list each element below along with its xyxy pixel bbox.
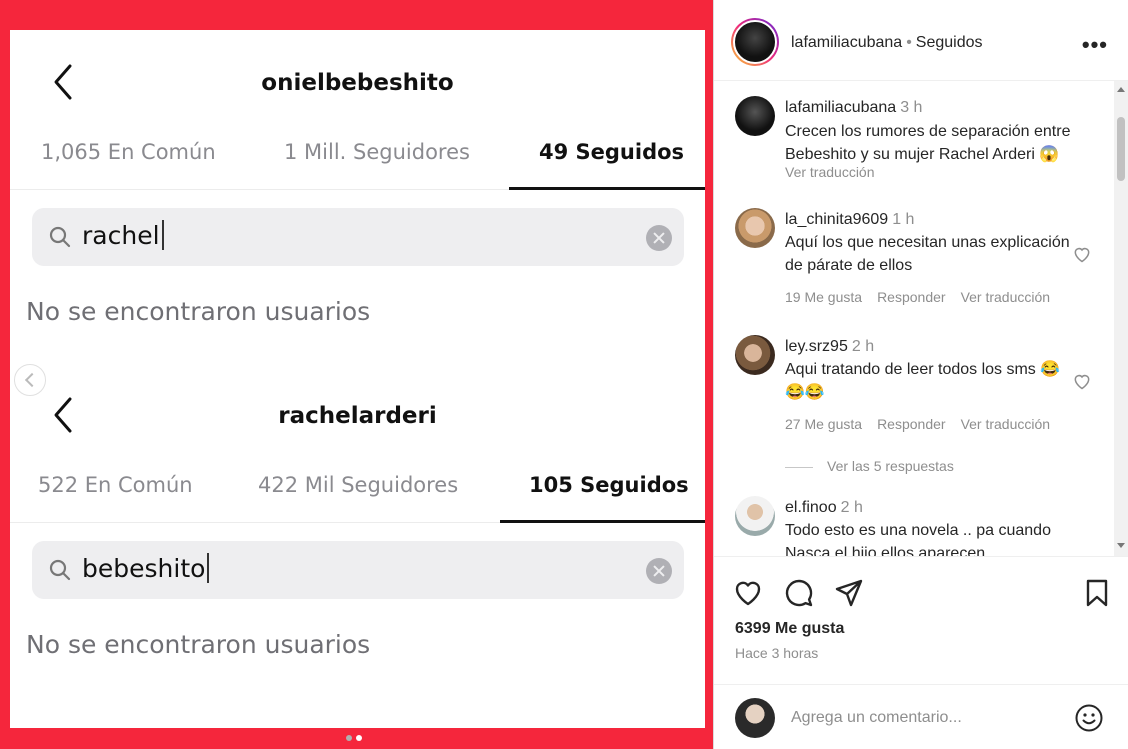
profile-username: onielbebeshito [261,70,454,96]
comment-time: 3 h [900,99,923,116]
comments-scrollbar[interactable] [1114,81,1128,556]
comment-username[interactable]: ley.srz95 [785,338,848,355]
follow-tabs: 1,065 En Común 1 Mill. Seguidores 49 Seg… [10,138,705,190]
comment-text: Crecen los rumores de separación entre B… [785,123,1071,163]
search-icon [49,226,71,248]
comment-time: 1 h [892,211,915,228]
comments-list: lafamiliacubana 3 h Crecen los rumores de… [714,81,1128,556]
like-comment-heart-icon[interactable] [1072,244,1092,264]
active-tab-indicator [509,187,705,190]
tab-seguidos: 49 Seguidos [539,140,685,164]
chevron-left-icon [24,372,40,388]
avatar[interactable] [735,96,775,136]
tab-en-comun: 522 En Común [38,473,193,497]
profile-username: rachelarderi [278,403,437,429]
comment-like-count[interactable]: 27 Me gusta [785,416,862,432]
scroll-down-arrow-icon[interactable] [1117,543,1125,548]
tab-seguidores: 1 Mill. Seguidores [284,140,470,164]
follow-status[interactable]: Seguidos [916,34,983,51]
post-sidebar: lafamiliacubana • Seguidos ••• lafamiliacu… [713,0,1128,749]
see-translation-link[interactable]: Ver traducción [785,164,875,180]
text-caret [207,553,210,583]
scroll-up-arrow-icon[interactable] [1117,87,1125,92]
carousel-dot [346,735,352,741]
post-timestamp: Hace 3 horas [735,645,819,661]
share-send-icon[interactable] [833,577,865,609]
comment-username[interactable]: la_chinita9609 [785,211,888,228]
post-like-count[interactable]: 6399 Me gusta [735,620,844,638]
like-comment-heart-icon[interactable] [1072,371,1092,391]
comment-username[interactable]: lafamiliacubana [785,99,896,116]
text-caret [161,220,164,250]
search-text: rachel [82,220,164,250]
search-box: bebeshito [32,541,684,599]
emoji-picker-icon[interactable] [1074,703,1104,733]
comment-username[interactable]: el.finoo [785,499,837,516]
see-translation-link[interactable]: Ver traducción [961,289,1051,305]
carousel-dot-active [356,735,362,741]
header-account: lafamiliacubana • Seguidos [791,34,983,51]
active-tab-indicator [500,520,705,523]
comment-bubble-icon[interactable] [783,577,815,609]
comment-input[interactable]: Agrega un comentario... [791,709,962,727]
comment-text: Aqui tratando de leer todos los sms 😂😂😂 [785,361,1061,401]
post-header: lafamiliacubana • Seguidos ••• [714,0,1128,81]
reply-button[interactable]: Responder [877,289,946,305]
reply-button[interactable]: Responder [877,416,946,432]
comment-like-count[interactable]: 19 Me gusta [785,289,862,305]
clear-search-icon [646,558,672,584]
current-user-avatar [735,698,775,738]
avatar[interactable] [735,496,775,536]
post-image: onielbebeshito 1,065 En Común 1 Mill. Se… [10,30,705,728]
scrollbar-thumb[interactable] [1117,117,1125,181]
like-heart-icon[interactable] [732,577,764,609]
avatar[interactable] [735,335,775,375]
empty-results-text: No se encontraron usuarios [26,297,371,326]
add-comment-bar: Agrega un comentario... [714,684,1128,749]
empty-results-text: No se encontraron usuarios [26,630,371,659]
search-box: rachel [32,208,684,266]
comment-text: Aquí los que necesitan unas explicación … [785,234,1070,274]
story-ring[interactable] [731,18,779,66]
carousel-dots [346,728,366,746]
previous-slide-button[interactable] [14,364,46,396]
search-text: bebeshito [82,553,210,583]
follow-tabs: 522 En Común 422 Mil Seguidores 105 Segu… [10,471,705,523]
clear-search-icon [646,225,672,251]
tab-en-comun: 1,065 En Común [41,140,216,164]
avatar[interactable] [735,208,775,248]
more-options-icon[interactable]: ••• [1082,32,1108,58]
search-icon [49,559,71,581]
tab-seguidores: 422 Mil Seguidores [258,473,459,497]
see-translation-link[interactable]: Ver traducción [961,416,1051,432]
post-media: onielbebeshito 1,065 En Común 1 Mill. Se… [0,0,713,749]
view-replies-button[interactable]: Ver las 5 respuestas [785,458,954,474]
avatar [733,20,777,64]
save-bookmark-icon[interactable] [1081,577,1113,609]
comment-time: 2 h [840,499,863,516]
account-username[interactable]: lafamiliacubana [791,34,902,51]
tab-seguidos: 105 Seguidos [529,473,689,497]
post-actions: 6399 Me gusta Hace 3 horas Agrega un com… [714,556,1128,749]
comment-time: 2 h [851,338,875,355]
comment-text: Todo esto es una novela .. pa cuando Nas… [785,522,1051,556]
